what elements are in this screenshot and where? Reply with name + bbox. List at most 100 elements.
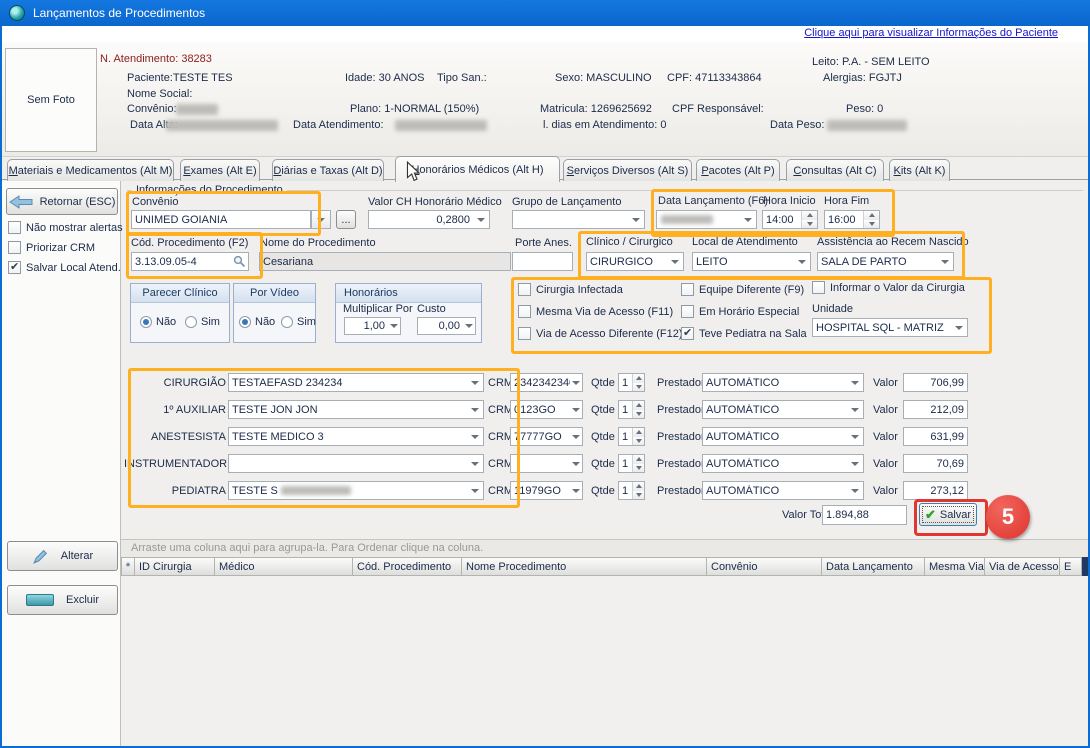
custo-select[interactable]: 0,00 bbox=[417, 317, 476, 335]
convenio-select[interactable]: UNIMED GOIANIA bbox=[131, 210, 311, 229]
dropdown-arrow-icon[interactable] bbox=[570, 401, 582, 418]
checkbox-box[interactable] bbox=[518, 327, 531, 340]
hora-fim-spinner[interactable]: 16:00 bbox=[824, 210, 880, 229]
checkbox-informar-valor-cirurgia[interactable]: Informar o Valor da Cirurgia bbox=[812, 281, 965, 294]
checkbox-box[interactable] bbox=[8, 241, 21, 254]
checkbox-box[interactable] bbox=[518, 305, 531, 318]
checkbox-box[interactable] bbox=[812, 281, 825, 294]
radio-circle[interactable] bbox=[185, 316, 197, 328]
search-icon[interactable] bbox=[233, 255, 246, 268]
dropdown-arrow-icon[interactable] bbox=[847, 428, 863, 445]
patient-info-link[interactable]: Clique aqui para visualizar Informações … bbox=[804, 27, 1058, 39]
dropdown-arrow-icon[interactable] bbox=[951, 319, 967, 336]
tab-honorarios-medicos[interactable]: Honorários Médicos (Alt H) bbox=[395, 156, 560, 182]
data-lancamento-select[interactable] bbox=[656, 210, 757, 229]
cirurgiao-valor-field[interactable]: 706,99 bbox=[903, 373, 968, 392]
more-options-button[interactable]: ... bbox=[336, 210, 356, 229]
radio-circle[interactable] bbox=[281, 316, 293, 328]
instrumentador-qtde-spinner[interactable]: 1 bbox=[618, 454, 645, 473]
spinner-buttons[interactable] bbox=[632, 374, 644, 391]
instrumentador-valor-field[interactable]: 70,69 bbox=[903, 454, 968, 473]
dropdown-arrow-icon[interactable] bbox=[570, 455, 582, 472]
instrumentador-select[interactable] bbox=[228, 454, 484, 473]
pediatra-qtde-spinner[interactable]: 1 bbox=[618, 481, 645, 500]
cirurgiao-select[interactable]: TESTAEFASD 234234 bbox=[228, 373, 484, 392]
salvar-button[interactable]: ✔ Salvar bbox=[919, 503, 977, 526]
tab-diarias[interactable]: Diárias e Taxas (Alt D) bbox=[272, 159, 384, 181]
dropdown-arrow-icon[interactable] bbox=[847, 401, 863, 418]
dropdown-arrow-icon[interactable] bbox=[667, 253, 683, 270]
checkbox-box[interactable] bbox=[681, 305, 694, 318]
checkbox-cirurgia-infectada[interactable]: Cirurgia Infectada bbox=[518, 283, 623, 296]
grid-col-truncated[interactable]: E bbox=[1060, 557, 1082, 576]
cod-procedimento-input[interactable]: 3.13.09.05-4 bbox=[131, 252, 249, 271]
pediatra-prestador-select[interactable]: AUTOMÁTICO bbox=[702, 481, 864, 500]
spinner-buttons[interactable] bbox=[632, 455, 644, 472]
anestesista-crm-select[interactable]: 77777GO bbox=[510, 427, 583, 446]
dropdown-arrow-icon[interactable] bbox=[463, 318, 475, 334]
dropdown-arrow-icon[interactable] bbox=[467, 401, 483, 418]
spinner-buttons[interactable] bbox=[632, 401, 644, 418]
auxiliar-qtde-spinner[interactable]: 1 bbox=[618, 400, 645, 419]
radio-circle[interactable] bbox=[140, 316, 152, 328]
anestesista-select[interactable]: TESTE MEDICO 3 bbox=[228, 427, 484, 446]
auxiliar-prestador-select[interactable]: AUTOMÁTICO bbox=[702, 400, 864, 419]
dropdown-arrow-icon[interactable] bbox=[570, 428, 582, 445]
parecer-sim-radio[interactable]: Sim bbox=[185, 316, 220, 328]
pediatra-crm-select[interactable]: 11979GO bbox=[510, 481, 583, 500]
excluir-button[interactable]: Excluir bbox=[7, 585, 118, 615]
auxiliar-crm-select[interactable]: 0123GO bbox=[510, 400, 583, 419]
dropdown-arrow-icon[interactable] bbox=[467, 455, 483, 472]
tab-exames[interactable]: Exames (Alt E) bbox=[180, 159, 260, 181]
auxiliar-select[interactable]: TESTE JON JON bbox=[228, 400, 484, 419]
video-nao-radio[interactable]: Não bbox=[239, 316, 275, 328]
retornar-button[interactable]: Retornar (ESC) bbox=[6, 188, 118, 215]
hora-inicio-spinner[interactable]: 14:00 bbox=[762, 210, 818, 229]
checkbox-nao-mostrar-alertas[interactable]: Não mostrar alertas bbox=[8, 221, 123, 234]
checkbox-priorizar-crm[interactable]: Priorizar CRM bbox=[8, 241, 95, 254]
grid-col-medico[interactable]: Médico bbox=[215, 557, 353, 576]
auxiliar-valor-field[interactable]: 212,09 bbox=[903, 400, 968, 419]
grid-body-empty[interactable] bbox=[121, 576, 1088, 746]
checkbox-teve-pediatra[interactable]: Teve Pediatra na Sala bbox=[681, 327, 807, 340]
video-sim-radio[interactable]: Sim bbox=[281, 316, 316, 328]
pediatra-valor-field[interactable]: 273,12 bbox=[903, 481, 968, 500]
anestesista-prestador-select[interactable]: AUTOMÁTICO bbox=[702, 427, 864, 446]
spinner-buttons[interactable] bbox=[801, 211, 817, 228]
grid-col-id-cirurgia[interactable]: ID Cirurgia bbox=[135, 557, 215, 576]
grid-corner-cell[interactable]: * bbox=[121, 557, 135, 576]
dropdown-arrow-icon[interactable] bbox=[847, 374, 863, 391]
tab-materiais[interactable]: Materiais e Medicamentos (Alt M) bbox=[7, 159, 174, 181]
dropdown-arrow-icon[interactable] bbox=[467, 428, 483, 445]
grid-col-cod-procedimento[interactable]: Cód. Procedimento bbox=[353, 557, 462, 576]
title-bar[interactable]: Lançamentos de Procedimentos bbox=[0, 0, 1090, 26]
anestesista-qtde-spinner[interactable]: 1 bbox=[618, 427, 645, 446]
grid-col-convenio[interactable]: Convênio bbox=[707, 557, 822, 576]
multiplicar-por-select[interactable]: 1,00 bbox=[344, 317, 401, 335]
instrumentador-crm-select[interactable] bbox=[510, 454, 583, 473]
checkbox-em-horario-especial[interactable]: Em Horário Especial bbox=[681, 305, 799, 318]
dropdown-arrow-icon[interactable] bbox=[847, 455, 863, 472]
grid-col-nome-procedimento[interactable]: Nome Procedimento bbox=[462, 557, 707, 576]
dropdown-arrow-icon[interactable] bbox=[628, 211, 644, 228]
valor-ch-select[interactable]: 0,2800 bbox=[368, 210, 490, 229]
grid-group-bar[interactable]: Arraste uma coluna aqui para agrupa-la. … bbox=[121, 540, 1088, 557]
checkbox-via-acesso-diferente[interactable]: Via de Acesso Diferente (F12) bbox=[518, 327, 683, 340]
instrumentador-prestador-select[interactable]: AUTOMÁTICO bbox=[702, 454, 864, 473]
grid-col-mesma-via[interactable]: Mesma Via ( bbox=[925, 557, 985, 576]
dropdown-arrow-icon[interactable] bbox=[473, 211, 489, 228]
porte-anes-input[interactable] bbox=[512, 252, 573, 271]
checkbox-equipe-diferente[interactable]: Equipe Diferente (F9) bbox=[681, 283, 804, 296]
dropdown-arrow-icon[interactable] bbox=[312, 211, 330, 228]
dropdown-arrow-icon[interactable] bbox=[794, 253, 810, 270]
cirurgiao-qtde-spinner[interactable]: 1 bbox=[618, 373, 645, 392]
grid-col-via-de-acesso[interactable]: Via de Acesso bbox=[985, 557, 1060, 576]
cirurgiao-crm-select[interactable]: 2342342340 bbox=[510, 373, 583, 392]
assistencia-rn-select[interactable]: SALA DE PARTO bbox=[817, 252, 954, 271]
checkbox-box[interactable] bbox=[681, 327, 694, 340]
dropdown-arrow-icon[interactable] bbox=[570, 374, 582, 391]
dropdown-arrow-icon[interactable] bbox=[570, 482, 582, 499]
tab-servicos[interactable]: Serviços Diversos (Alt S) bbox=[563, 159, 692, 181]
convenio-dropdown[interactable] bbox=[311, 210, 331, 229]
anestesista-valor-field[interactable]: 631,99 bbox=[903, 427, 968, 446]
